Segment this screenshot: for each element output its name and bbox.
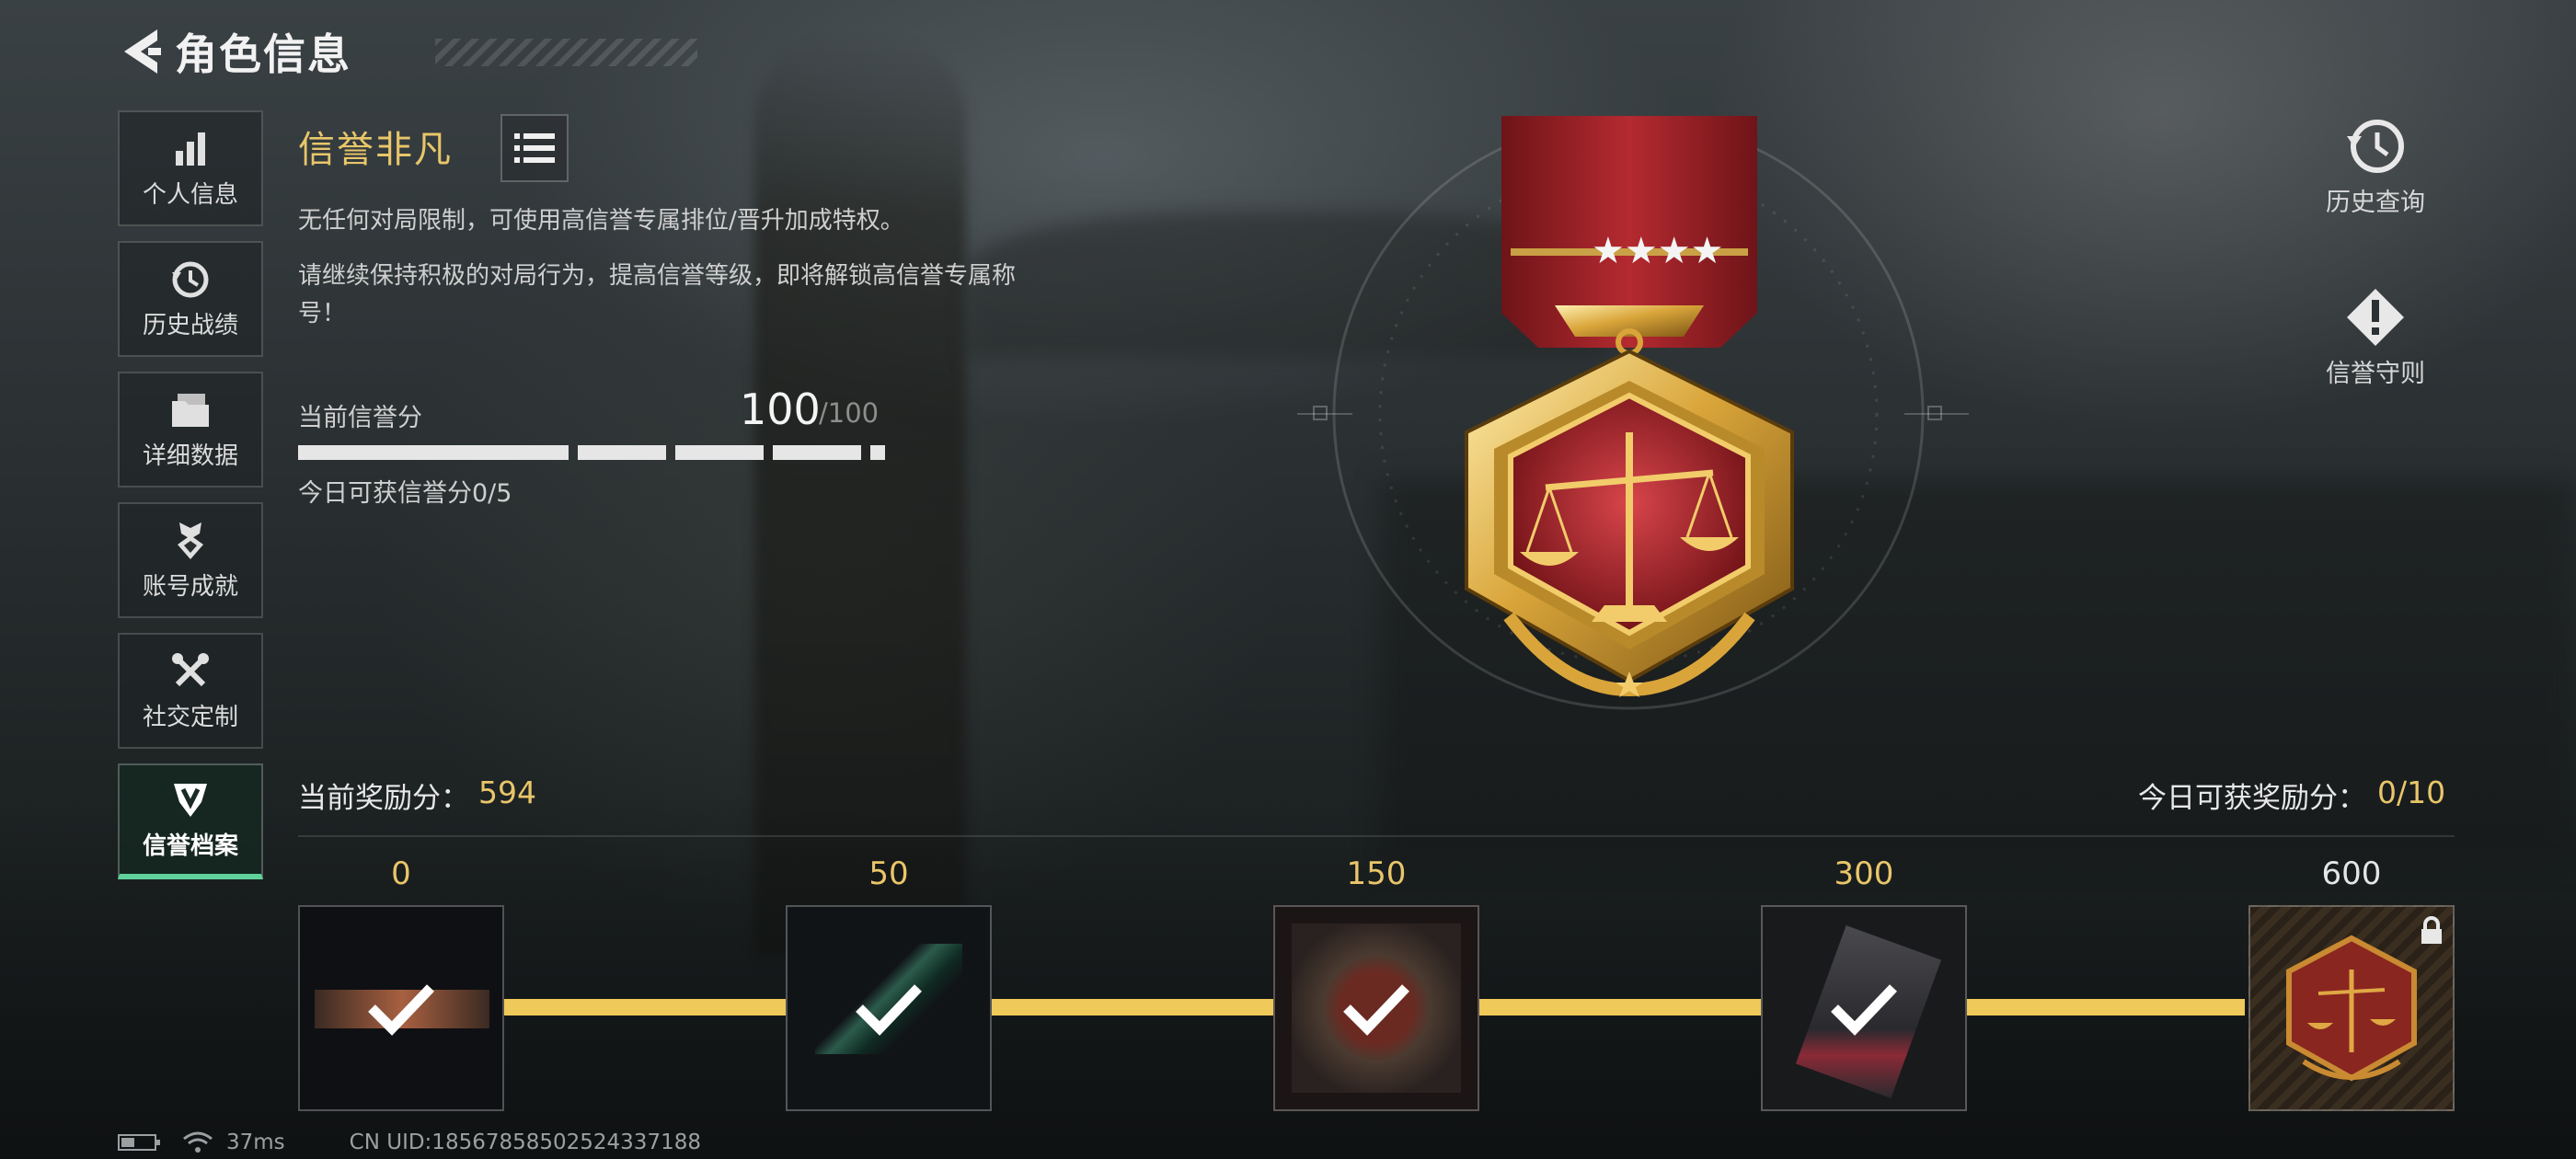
wifi-icon — [183, 1131, 213, 1153]
score-bar-segment — [773, 445, 861, 460]
list-icon — [514, 133, 555, 163]
credit-score-max: /100 — [819, 397, 880, 429]
reward-tile[interactable] — [1273, 905, 1479, 1111]
reward-tile[interactable] — [1761, 905, 1967, 1111]
warning-diamond-icon — [2347, 289, 2404, 346]
credit-rank-title: 信誉非凡 — [298, 129, 453, 171]
today-credit-gain: 今日可获信誉分0/5 — [298, 479, 512, 508]
reward-milestone: 50 — [786, 854, 992, 1111]
sidebar-item-account-achievement[interactable]: 账号成就 — [118, 502, 263, 618]
reward-progress-track — [502, 999, 788, 1016]
background-statue — [754, 37, 966, 957]
history-icon — [2347, 120, 2404, 173]
reward-tile[interactable] — [2248, 905, 2455, 1111]
sidebar-item-label: 历史战绩 — [142, 311, 238, 339]
sidebar-item-detailed-data[interactable]: 详细数据 — [118, 372, 263, 488]
milestone-points: 50 — [868, 855, 909, 892]
sidebar: 个人信息 历史战绩 详细数据 账号成就 社交定制 信誉档案 — [118, 110, 265, 894]
reward-milestone: 300 — [1761, 854, 1967, 1111]
history-query-label: 历史查询 — [2326, 189, 2425, 217]
claimed-check-icon — [788, 907, 990, 1109]
reward-progress-track — [1965, 999, 2245, 1016]
user-uid: CN UID:18567858502524337188 — [349, 1130, 701, 1154]
milestone-points: 600 — [2321, 855, 2382, 892]
score-bar-segment — [578, 445, 666, 460]
folder-icon — [170, 389, 211, 431]
credit-score-value: 100 — [740, 384, 821, 434]
credit-rules-label: 信誉守则 — [2326, 360, 2425, 388]
lock-icon — [2421, 916, 2442, 944]
reward-tile[interactable] — [298, 905, 504, 1111]
credit-score-bar — [298, 445, 889, 460]
page-title: 角色信息 — [175, 29, 351, 79]
svg-text:★★★★: ★★★★ — [1592, 230, 1723, 272]
today-reward-value: 0/10 — [2377, 775, 2446, 810]
credit-score-label: 当前信誉分 — [298, 404, 422, 432]
credit-encourage-text: 请继续保持积极的对局行为，提高信誉等级，即将解锁高信誉专属称号！ — [298, 262, 1017, 327]
sidebar-item-personal-info[interactable]: 个人信息 — [118, 110, 263, 226]
ping-value: 37ms — [226, 1130, 285, 1154]
current-reward-label: 当前奖励分： — [298, 782, 469, 815]
sidebar-item-label: 个人信息 — [142, 180, 238, 209]
reward-progress-track — [990, 999, 1275, 1016]
sidebar-item-label: 社交定制 — [142, 703, 238, 731]
sidebar-item-credit-profile[interactable]: 信誉档案 — [118, 763, 263, 879]
status-bar: 37ms CN UID:18567858502524337188 — [118, 1130, 701, 1155]
top-bar: 角色信息 — [118, 24, 697, 79]
current-reward-value: 594 — [478, 775, 536, 810]
score-bar-segment — [298, 445, 569, 460]
credit-medal: ★★★★ — [1288, 101, 1987, 727]
reward-milestone: 150 — [1273, 854, 1479, 1111]
rank-list-button[interactable] — [500, 114, 569, 182]
history-query-button[interactable]: 历史查询 — [2283, 116, 2467, 218]
credit-shield-icon — [170, 779, 211, 821]
credit-privilege-text: 无任何对局限制，可使用高信誉专属排位/晋升加成特权。 — [298, 207, 904, 235]
bar-chart-icon — [172, 128, 209, 170]
title-decoration — [435, 39, 697, 66]
sidebar-item-history-record[interactable]: 历史战绩 — [118, 241, 263, 357]
milestone-points: 150 — [1346, 855, 1407, 892]
battery-icon — [118, 1134, 160, 1151]
history-icon — [170, 258, 211, 301]
sidebar-item-label: 信誉档案 — [142, 832, 238, 860]
score-bar-segment — [870, 445, 885, 460]
reward-milestone: 600 — [2248, 854, 2455, 1111]
reward-milestone: 0 — [298, 854, 504, 1111]
credit-rules-button[interactable]: 信誉守则 — [2283, 287, 2467, 389]
achievement-icon — [172, 520, 209, 562]
claimed-check-icon — [300, 907, 502, 1109]
milestone-points: 300 — [1834, 855, 1894, 892]
today-reward-label: 今日可获奖励分： — [2138, 782, 2366, 815]
tools-icon — [170, 650, 211, 693]
milestone-points: 0 — [391, 855, 411, 892]
sidebar-item-label: 详细数据 — [142, 442, 238, 470]
claimed-check-icon — [1763, 907, 1965, 1109]
reward-tile[interactable] — [786, 905, 992, 1111]
claimed-check-icon — [1275, 907, 1478, 1109]
back-arrow-icon — [124, 29, 161, 74]
sidebar-item-social-custom[interactable]: 社交定制 — [118, 633, 263, 749]
reward-progress-track — [1478, 999, 1763, 1016]
back-button[interactable] — [118, 27, 167, 76]
score-bar-segment — [675, 445, 764, 460]
reward-divider — [298, 835, 2455, 837]
sidebar-item-label: 账号成就 — [142, 572, 238, 601]
